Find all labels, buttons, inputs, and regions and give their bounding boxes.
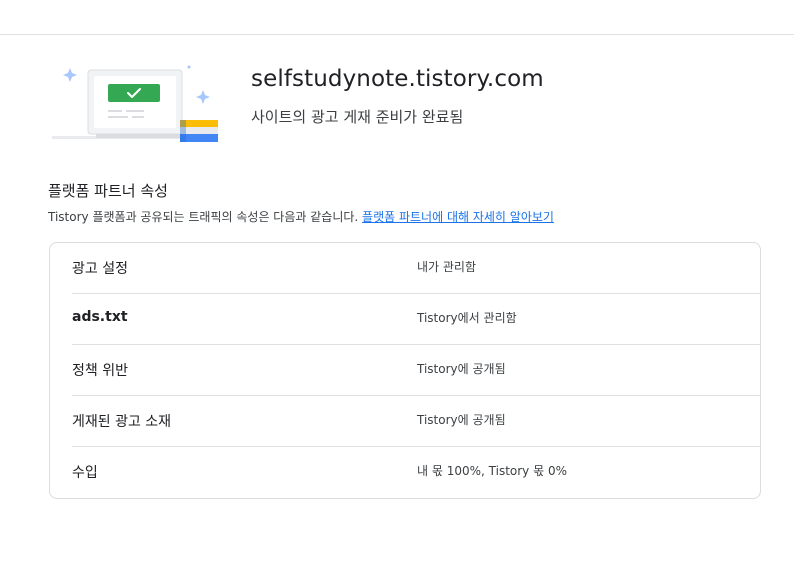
property-row-ad-creatives: 게재된 광고 소재 Tistory에 공개됨 (50, 396, 760, 447)
section-title: 플랫폼 파트너 속성 (48, 182, 168, 200)
monitor-icon (87, 69, 183, 138)
property-value: Tistory에 공개됨 (417, 413, 506, 427)
property-label: 정책 위반 (72, 363, 128, 379)
books-icon (180, 120, 218, 142)
property-row-revenue: 수입 내 몫 100%, Tistory 몫 0% (50, 447, 760, 498)
section-description-text: Tistory 플랫폼과 공유되는 트래픽의 속성은 다음과 같습니다. (48, 210, 359, 224)
learn-more-link[interactable]: 플랫폼 파트너에 대해 자세히 알아보기 (362, 210, 554, 224)
site-url: selfstudynote.tistory.com (251, 66, 544, 92)
property-row-policy-violations: 정책 위반 Tistory에 공개됨 (50, 345, 760, 396)
site-header: selfstudynote.tistory.com 사이트의 광고 게재 준비가… (0, 36, 794, 166)
property-label: 수입 (72, 465, 98, 481)
property-row-ads-txt: ads.txt Tistory에서 관리함 (50, 294, 760, 345)
property-row-ad-settings: 광고 설정 내가 관리함 (50, 243, 760, 294)
property-value: Tistory에서 관리함 (417, 311, 517, 325)
property-value: 내 몫 100%, Tistory 몫 0% (417, 464, 567, 478)
property-label: 게재된 광고 소재 (72, 414, 172, 430)
top-bar (0, 0, 794, 35)
properties-card: 광고 설정 내가 관리함 ads.txt Tistory에서 관리함 정책 위반… (49, 242, 761, 499)
site-status: 사이트의 광고 게재 준비가 완료됨 (251, 108, 464, 126)
site-ready-illustration (52, 65, 218, 142)
section-description: Tistory 플랫폼과 공유되는 트래픽의 속성은 다음과 같습니다. 플랫폼… (48, 208, 554, 225)
property-value: 내가 관리함 (417, 260, 477, 274)
property-label: 광고 설정 (72, 261, 128, 277)
property-label: ads.txt (72, 309, 128, 325)
property-value: Tistory에 공개됨 (417, 362, 506, 376)
